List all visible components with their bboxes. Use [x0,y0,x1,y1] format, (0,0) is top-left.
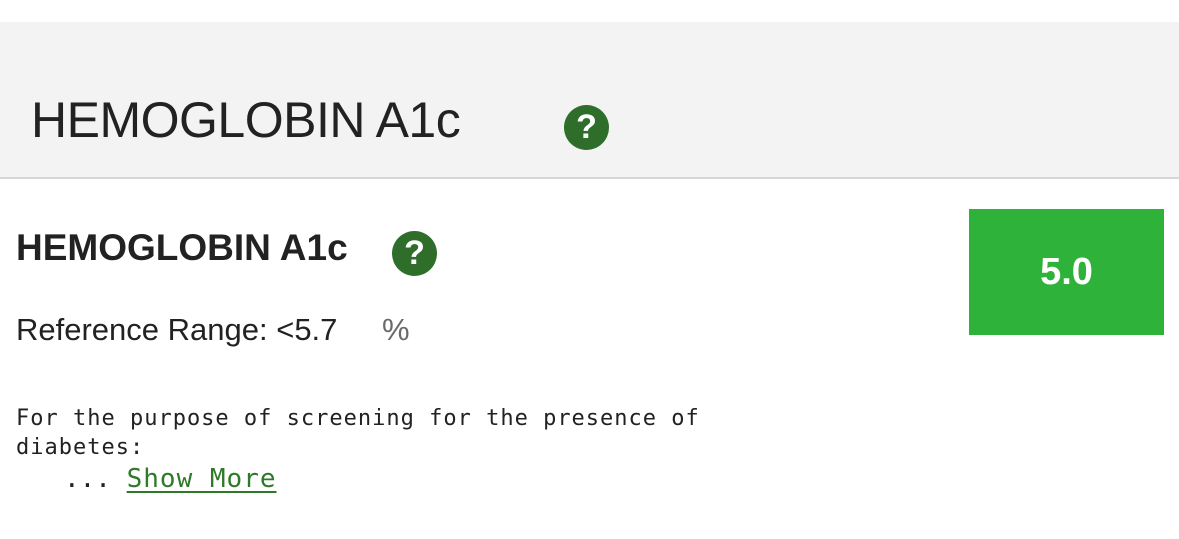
reference-range: Reference Range: <5.7 [16,312,338,347]
question-mark-icon[interactable]: ? [564,105,609,150]
show-more-row: ... Show More [64,464,277,494]
ellipsis: ... [64,464,111,494]
result-comment: For the purpose of screening for the pre… [16,404,816,462]
result-value: 5.0 [1040,250,1093,293]
test-name: HEMOGLOBIN A1c [16,227,348,268]
comment-line-2: diabetes: [16,435,145,460]
question-mark-icon[interactable]: ? [392,231,437,276]
lab-result-page: HEMOGLOBIN A1c ? HEMOGLOBIN A1c ? Refere… [0,0,1179,539]
section-header: HEMOGLOBIN A1c ? [0,22,1179,179]
result-value-badge: 5.0 [969,209,1164,335]
show-more-link[interactable]: Show More [127,464,277,494]
comment-line-1: For the purpose of screening for the pre… [16,406,700,431]
section-title: HEMOGLOBIN A1c [31,92,461,148]
reference-unit: % [382,312,410,347]
